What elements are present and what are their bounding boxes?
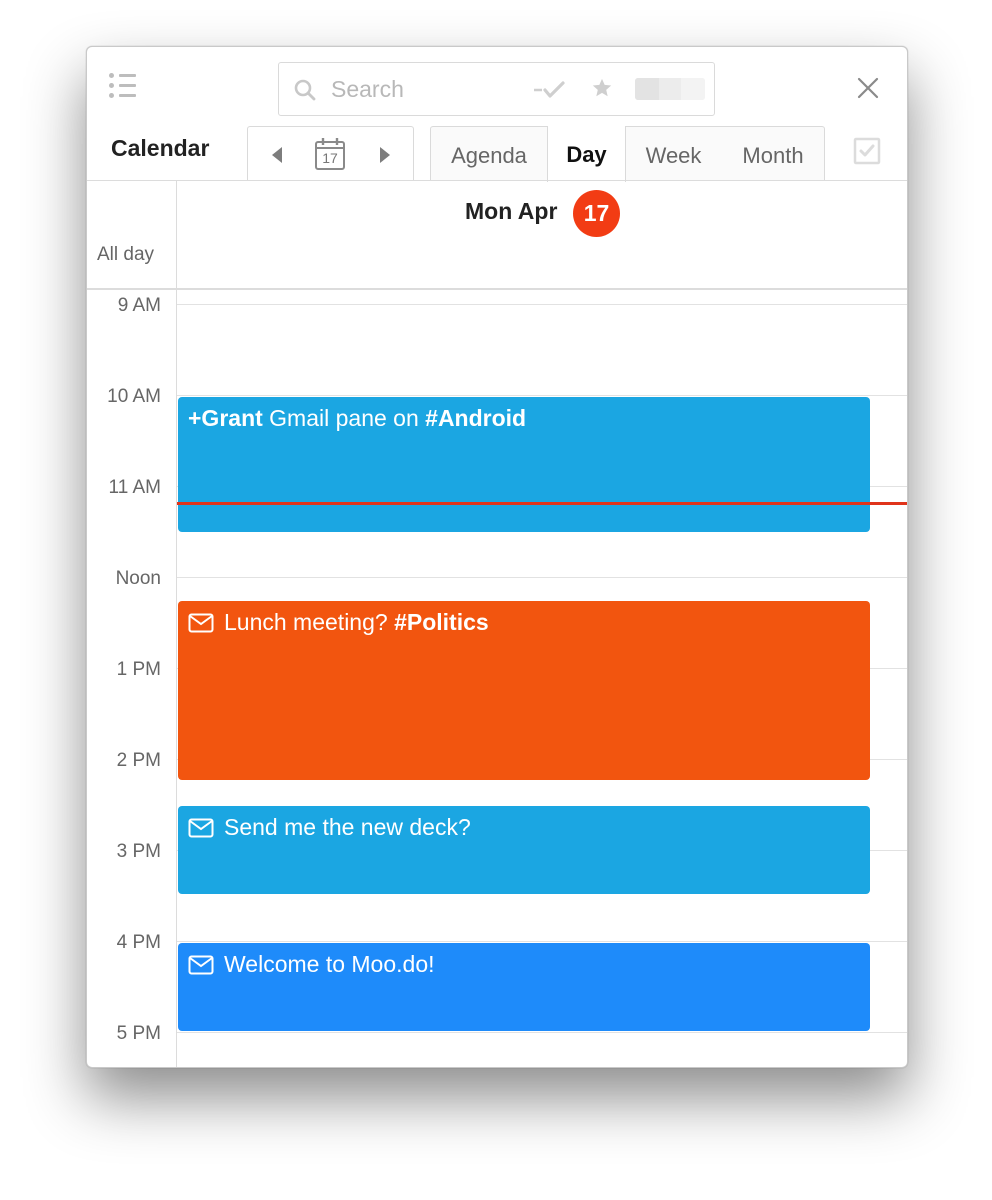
calendar-window: Calendar 17 Agenda Day Week Month bbox=[86, 46, 908, 1068]
event-title: Welcome to Moo.do! bbox=[224, 951, 435, 977]
tab-agenda[interactable]: Agenda bbox=[431, 127, 547, 181]
previous-day-icon[interactable] bbox=[270, 146, 284, 164]
hour-line bbox=[177, 304, 907, 305]
calendar-event[interactable]: Welcome to Moo.do! bbox=[178, 943, 870, 1031]
hour-label: 2 PM bbox=[116, 750, 161, 771]
search-box bbox=[278, 62, 715, 116]
page-title: Calendar bbox=[111, 135, 210, 161]
mail-icon bbox=[188, 955, 214, 975]
tag-filter-chips[interactable] bbox=[635, 78, 705, 100]
calendar-event[interactable]: Lunch meeting? #Politics bbox=[178, 601, 870, 780]
today-button[interactable]: 17 bbox=[314, 137, 346, 171]
calendar-event[interactable]: +Grant Gmail pane on #Android bbox=[178, 397, 870, 532]
mail-icon bbox=[188, 818, 214, 838]
view-tabs: Agenda Day Week Month bbox=[430, 126, 825, 182]
event-title: Send me the new deck? bbox=[224, 814, 471, 840]
calendar-event[interactable]: Send me the new deck? bbox=[178, 806, 870, 894]
hour-line bbox=[177, 577, 907, 578]
hour-label: 3 PM bbox=[116, 841, 161, 862]
hour-label: 5 PM bbox=[116, 1023, 161, 1044]
hour-label: 4 PM bbox=[116, 932, 161, 953]
hour-line bbox=[177, 1032, 907, 1033]
hour-label: Noon bbox=[115, 568, 161, 589]
tab-day[interactable]: Day bbox=[547, 126, 626, 182]
task-checkbox-icon[interactable] bbox=[853, 137, 881, 165]
all-day-divider bbox=[87, 288, 907, 290]
header-divider bbox=[87, 180, 907, 181]
tab-week[interactable]: Week bbox=[626, 127, 721, 181]
close-icon[interactable] bbox=[855, 75, 881, 101]
today-day-number: 17 bbox=[322, 150, 338, 166]
date-navigation: 17 bbox=[247, 126, 414, 181]
next-day-icon[interactable] bbox=[378, 146, 392, 164]
event-title: Lunch meeting? bbox=[224, 609, 395, 635]
event-hashtag: #Android bbox=[425, 405, 527, 431]
all-day-label: All day bbox=[97, 244, 155, 265]
star-filter-icon[interactable] bbox=[591, 77, 613, 99]
completed-filter-icon[interactable] bbox=[533, 79, 569, 101]
hour-label: 10 AM bbox=[107, 386, 161, 407]
hour-label: 9 AM bbox=[117, 295, 161, 316]
mail-icon bbox=[188, 613, 214, 633]
menu-list-icon[interactable] bbox=[109, 71, 141, 101]
event-contact-tag: +Grant bbox=[188, 405, 263, 431]
current-time-indicator bbox=[177, 502, 907, 505]
event-hashtag: #Politics bbox=[394, 609, 489, 635]
search-input[interactable] bbox=[331, 73, 511, 105]
search-icon bbox=[294, 79, 316, 101]
hour-line bbox=[177, 395, 907, 396]
today-badge: 17 bbox=[573, 190, 620, 237]
tab-month[interactable]: Month bbox=[721, 127, 825, 181]
day-header-label: Mon Apr bbox=[465, 198, 558, 224]
hour-label: 1 PM bbox=[116, 659, 161, 680]
hour-line bbox=[177, 941, 907, 942]
time-gutter-divider bbox=[176, 180, 177, 1067]
event-title: Gmail pane on bbox=[262, 405, 426, 431]
hour-label: 11 AM bbox=[108, 477, 161, 498]
